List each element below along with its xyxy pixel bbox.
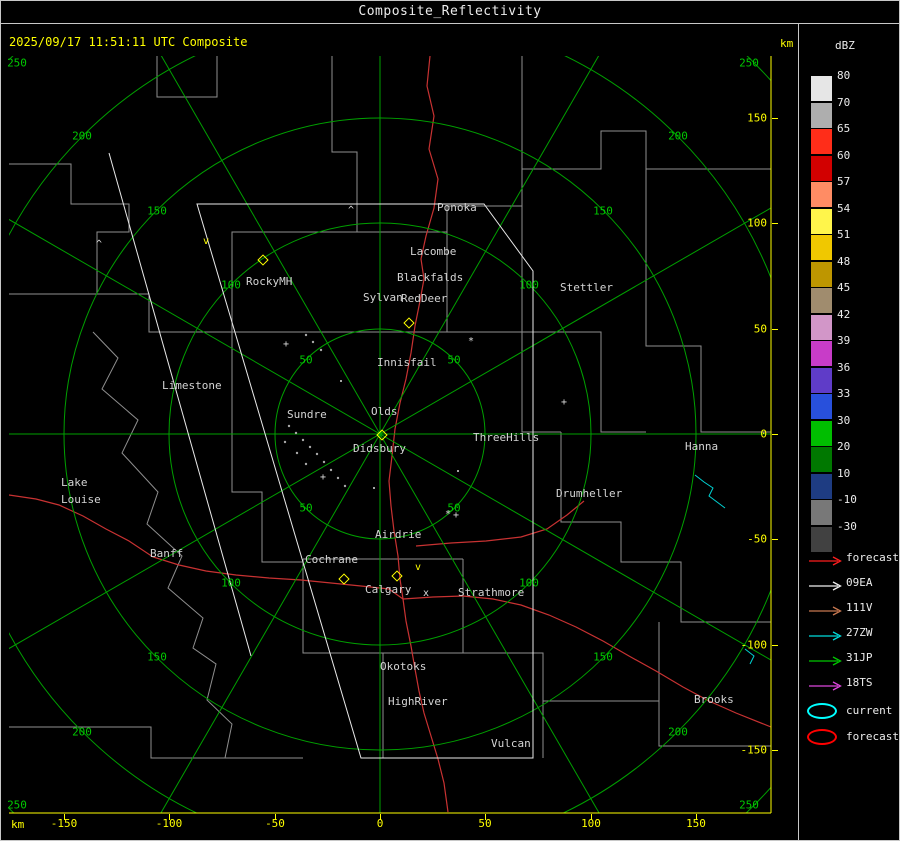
rivers [694,474,755,665]
county-boundaries [9,56,771,759]
map-canvas [9,56,772,814]
radar-app-window: Composite_Reflectivity 2025/09/17 11:51:… [0,0,900,841]
coverage-outline [108,152,534,759]
range-rings [9,56,771,813]
radar-echoes [283,333,459,489]
map-area[interactable] [1,1,899,840]
